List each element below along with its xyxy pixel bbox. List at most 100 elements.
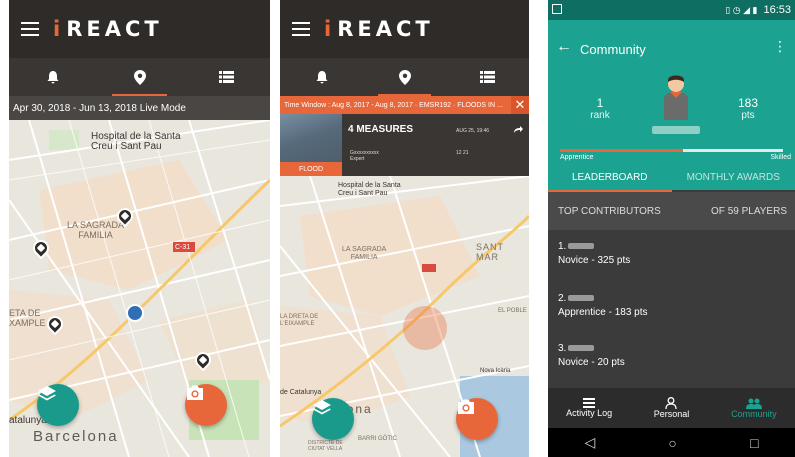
page-title: Community (580, 42, 646, 57)
bell-icon (316, 71, 327, 84)
home-circle-icon[interactable]: ○ (668, 435, 676, 451)
tab-notifications[interactable] (280, 58, 363, 96)
event-alert-bar[interactable]: Time Window : Aug 8, 2017 - Aug 8, 2017 … (280, 96, 529, 114)
close-alert-button[interactable]: ✕ (511, 96, 529, 114)
status-icons: ▯ ◷ ◢ ▮ (725, 4, 758, 15)
bottom-nav: Activity Log Personal Community (548, 388, 795, 428)
community-header: ← Community ⋮ 1 rank 183 pts Apprentice … (548, 20, 795, 192)
nav-personal[interactable]: Personal (630, 388, 712, 428)
app-bar: iREACT (280, 0, 529, 58)
system-nav-bar: ◁ ○ □ (548, 428, 795, 457)
bell-icon (47, 71, 58, 84)
map-label-eixample: LA DRETA DE L'EIXAMPLE (280, 314, 319, 327)
group-icon (745, 398, 762, 409)
camera-button[interactable] (185, 384, 227, 426)
tab-map[interactable] (96, 58, 183, 96)
event-title: 4 MEASURES (348, 124, 414, 135)
menu-icon[interactable] (292, 22, 310, 36)
menu-icon[interactable] (21, 22, 39, 36)
app-bar: iREACT (9, 0, 270, 58)
app-logo: iREACT (53, 17, 163, 41)
map-label-eixample: ETA DE XAMPLE (9, 308, 46, 328)
status-time: 16:53 (763, 4, 791, 16)
layers-button[interactable] (37, 384, 79, 426)
map-pin-icon (133, 69, 146, 85)
community-tabs: LEADERBOARD MONTHLY AWARDS (548, 170, 795, 192)
layers-button[interactable] (312, 398, 354, 440)
tab-notifications[interactable] (9, 58, 96, 96)
name-blurred (568, 243, 595, 250)
list-icon (480, 71, 495, 83)
map-label-catalunya: de Catalunya (280, 389, 322, 396)
tab-map[interactable] (363, 58, 446, 96)
list-item[interactable]: 1. Novice - 325 pts (558, 240, 630, 268)
screen-map-event: iREACT Time Window : Aug 8, 2017 - Aug 8… (280, 0, 529, 457)
nav-community[interactable]: Community (713, 388, 795, 428)
app-logo: iREACT (324, 17, 434, 41)
username-blurred (652, 126, 700, 134)
map-view[interactable]: Hospital de la Santa Creu i Sant Pau LA … (9, 120, 270, 457)
level-progress-fill (560, 149, 683, 152)
layers-icon (38, 386, 56, 401)
screen-community: ▯ ◷ ◢ ▮ 16:53 ← Community ⋮ 1 rank 183 p… (548, 0, 795, 457)
share-icon[interactable] (513, 126, 523, 134)
event-thumbnail: FLOOD (280, 114, 342, 176)
recents-square-icon[interactable]: □ (750, 435, 758, 451)
main-tabs (9, 58, 270, 96)
map-label-santmar: SANT MAR (476, 242, 504, 262)
event-alert-text: Time Window : Aug 8, 2017 - Aug 8, 2017 … (284, 101, 503, 109)
map-label-sagrada: LA SAGRADA FAMILIA (342, 246, 387, 261)
name-blurred (568, 295, 595, 302)
map-pin-icon (398, 69, 411, 85)
my-location-icon[interactable] (126, 304, 144, 322)
map-label-districte: DISTRICTE DE CIUTAT VELLA (308, 440, 343, 452)
person-icon (665, 397, 678, 409)
map-label-road: C-31 (175, 244, 191, 251)
players-count: OF 59 PLAYERS (711, 205, 787, 217)
level-label-next: Skilled (770, 154, 791, 161)
level-progress (560, 149, 783, 152)
camera-button[interactable] (456, 398, 498, 440)
back-triangle-icon[interactable]: ◁ (585, 434, 596, 451)
main-tabs (280, 58, 529, 96)
map-label-sagrada: LA SAGRADA FAMILIA (67, 220, 125, 240)
camera-icon (458, 399, 474, 414)
tab-monthly-awards[interactable]: MONTHLY AWARDS (672, 170, 795, 190)
map-label-city: Barcelona (33, 428, 119, 445)
rank-stat: 1 rank (590, 96, 610, 121)
status-bar: ▯ ◷ ◢ ▮ 16:53 (548, 0, 795, 20)
back-arrow-icon[interactable]: ← (556, 38, 572, 56)
screenshot-icon (552, 4, 562, 14)
map-label-hospital: Hospital de la Santa Creu i Sant Pau (91, 131, 181, 152)
list-icon (583, 398, 596, 408)
level-label-current: Apprentice (560, 154, 594, 161)
map-label-poble: EL POBLE (498, 308, 527, 314)
name-blurred (568, 345, 595, 352)
camera-icon (187, 385, 203, 400)
leaderboard-header: TOP CONTRIBUTORS OF 59 PLAYERS (548, 192, 795, 230)
map-label-gotic: BARRI GÒTIC (358, 436, 398, 442)
time-window-label: Apr 30, 2018 - Jun 13, 2018 Live Mode (13, 102, 186, 114)
tab-list[interactable] (183, 58, 270, 96)
map-label-icaria: Nova Icària (480, 368, 511, 374)
time-window-bar[interactable]: Apr 30, 2018 - Jun 13, 2018 Live Mode (9, 96, 270, 120)
more-vert-icon[interactable]: ⋮ (773, 38, 787, 55)
points-stat: 183 pts (737, 96, 759, 121)
list-item[interactable]: 3. Novice - 20 pts (558, 342, 625, 370)
event-user: Gxxxxxxxxxx Expert (350, 150, 379, 162)
tab-list[interactable] (446, 58, 529, 96)
top-contributors-label: TOP CONTRIBUTORS (558, 205, 661, 217)
map-label-hospital: Hospital de la Santa Creu i Sant Pau (338, 182, 401, 197)
flood-tag: FLOOD (280, 162, 342, 176)
layers-icon (313, 400, 331, 415)
nav-activity-log[interactable]: Activity Log (548, 388, 630, 428)
list-item[interactable]: 2. Apprentice - 183 pts (558, 292, 648, 320)
event-date: AUG 25, 19:46 (456, 128, 490, 134)
screen-map-live: iREACT Apr 30, 2018 - Jun 13, 2018 Live … (9, 0, 270, 457)
map-view[interactable]: Hospital de la Santa Creu i Sant Pau LA … (280, 176, 529, 457)
event-stats: 12 21 (456, 150, 469, 156)
event-card[interactable]: FLOOD 4 MEASURES AUG 25, 19:46 Gxxxxxxxx… (280, 114, 529, 176)
list-icon (219, 71, 234, 83)
avatar (664, 75, 688, 120)
tab-leaderboard[interactable]: LEADERBOARD (548, 170, 672, 192)
